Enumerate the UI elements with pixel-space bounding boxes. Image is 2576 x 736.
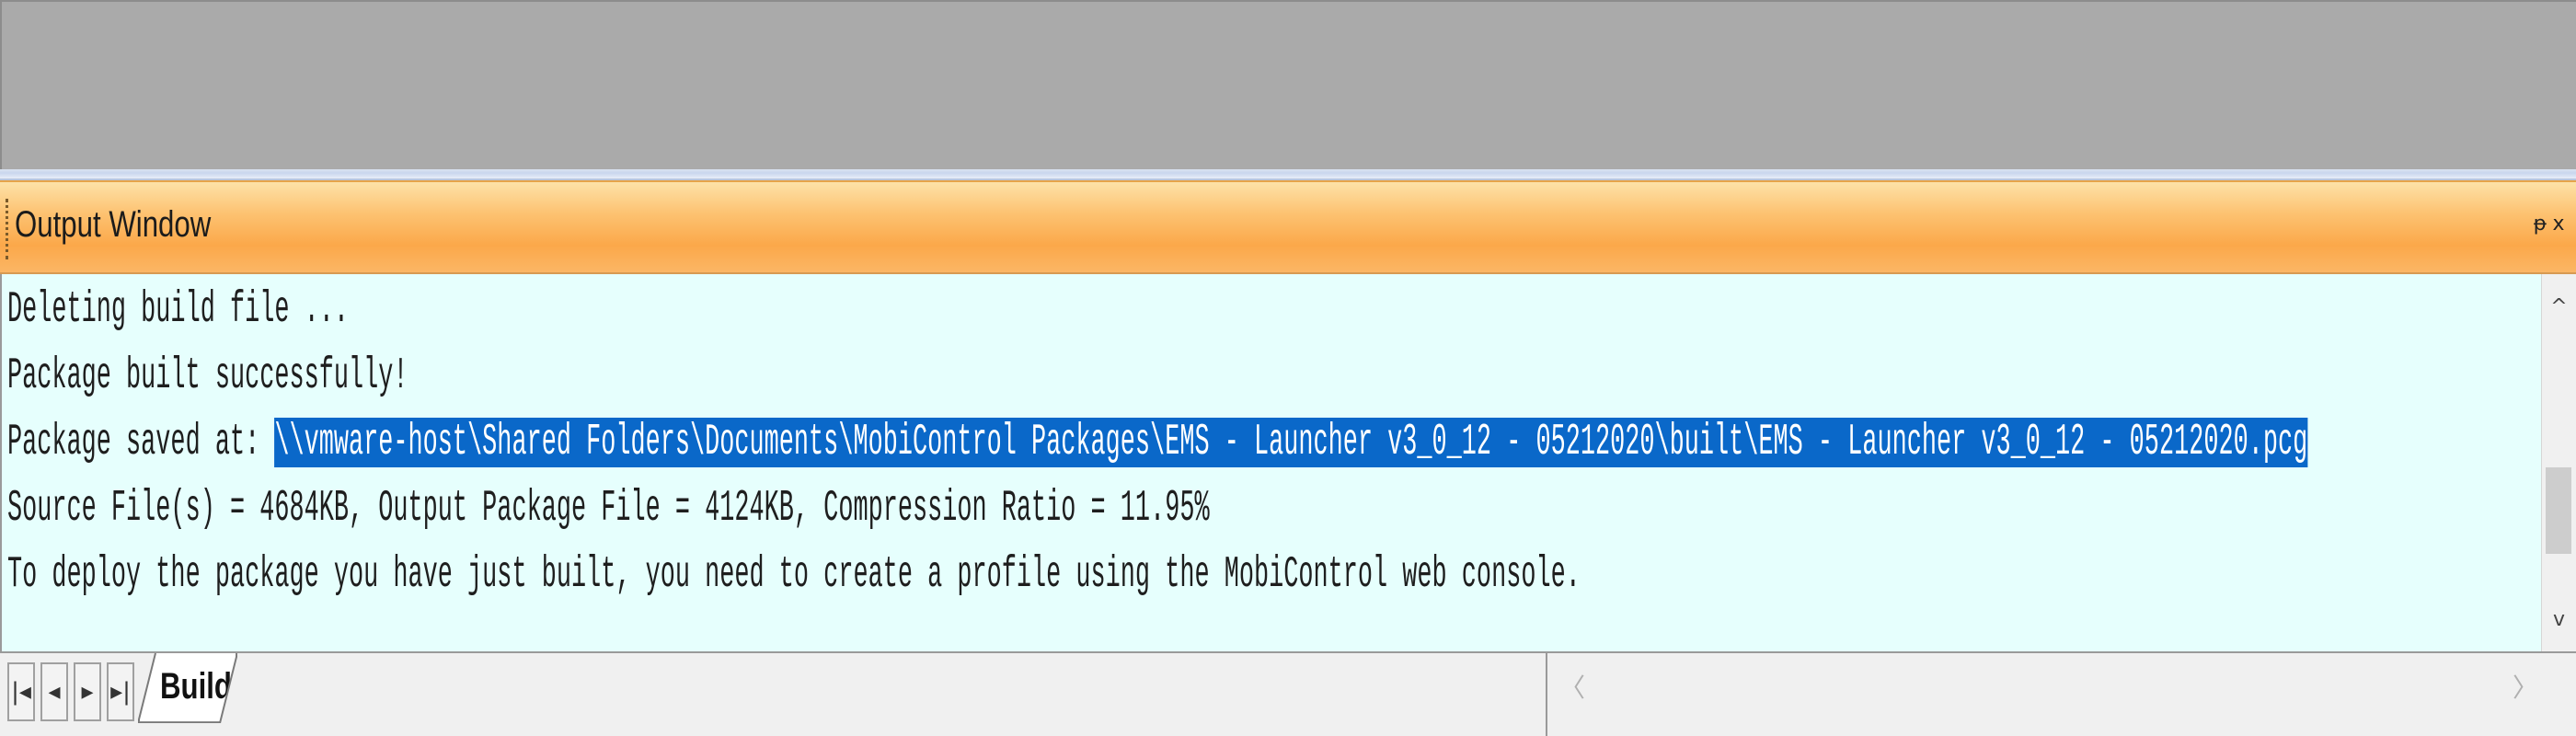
scroll-left-icon[interactable]: 〈 bbox=[1558, 670, 1586, 707]
close-icon[interactable]: x bbox=[2550, 212, 2567, 237]
tab-strip: |◂ ◂ ▸ ▸| Build 〈 〉 bbox=[0, 651, 2576, 736]
output-window-title: Output Window bbox=[15, 204, 212, 245]
tab-build[interactable]: Build bbox=[138, 653, 237, 723]
scroll-right-icon[interactable]: 〉 bbox=[2512, 670, 2539, 707]
scroll-down-icon[interactable]: v bbox=[2542, 602, 2576, 638]
saved-prefix: Package saved at: bbox=[7, 418, 275, 467]
output-line-saved: Package saved at: \\vmware-host\Shared F… bbox=[7, 414, 2308, 471]
output-line: To deploy the package you have just buil… bbox=[7, 550, 1581, 600]
selected-package-path[interactable]: \\vmware-host\Shared Folders\Documents\M… bbox=[274, 418, 2308, 467]
scroll-up-icon[interactable]: ^ bbox=[2542, 289, 2576, 326]
tab-build-label: Build bbox=[160, 666, 232, 707]
prev-tab-icon[interactable]: ◂ bbox=[40, 662, 68, 721]
scroll-thumb[interactable] bbox=[2546, 467, 2571, 554]
grip-handle-icon[interactable] bbox=[6, 199, 12, 259]
horizontal-scrollbar[interactable]: 〈 〉 bbox=[1546, 653, 2576, 736]
output-window-panel: Output Window ᵽ x Deleting build file ..… bbox=[0, 180, 2576, 736]
output-line: Deleting build file ... bbox=[7, 285, 350, 335]
vertical-scrollbar[interactable]: ^ v bbox=[2541, 274, 2576, 651]
output-line: Package built successfully! bbox=[7, 351, 408, 401]
output-text-area[interactable]: Deleting build file ... Package built su… bbox=[0, 274, 2541, 651]
pin-icon[interactable]: ᵽ bbox=[2532, 212, 2548, 237]
next-tab-icon[interactable]: ▸ bbox=[74, 662, 101, 721]
first-tab-icon[interactable]: |◂ bbox=[7, 662, 35, 721]
output-window-title-bar[interactable]: Output Window ᵽ x bbox=[0, 180, 2576, 274]
app-root: Output Window ᵽ x Deleting build file ..… bbox=[0, 0, 2576, 736]
splitter[interactable] bbox=[0, 169, 2576, 180]
document-area bbox=[0, 0, 2576, 169]
last-tab-icon[interactable]: ▸| bbox=[107, 662, 134, 721]
output-line: Source File(s) = 4684KB, Output Package … bbox=[7, 484, 1210, 534]
